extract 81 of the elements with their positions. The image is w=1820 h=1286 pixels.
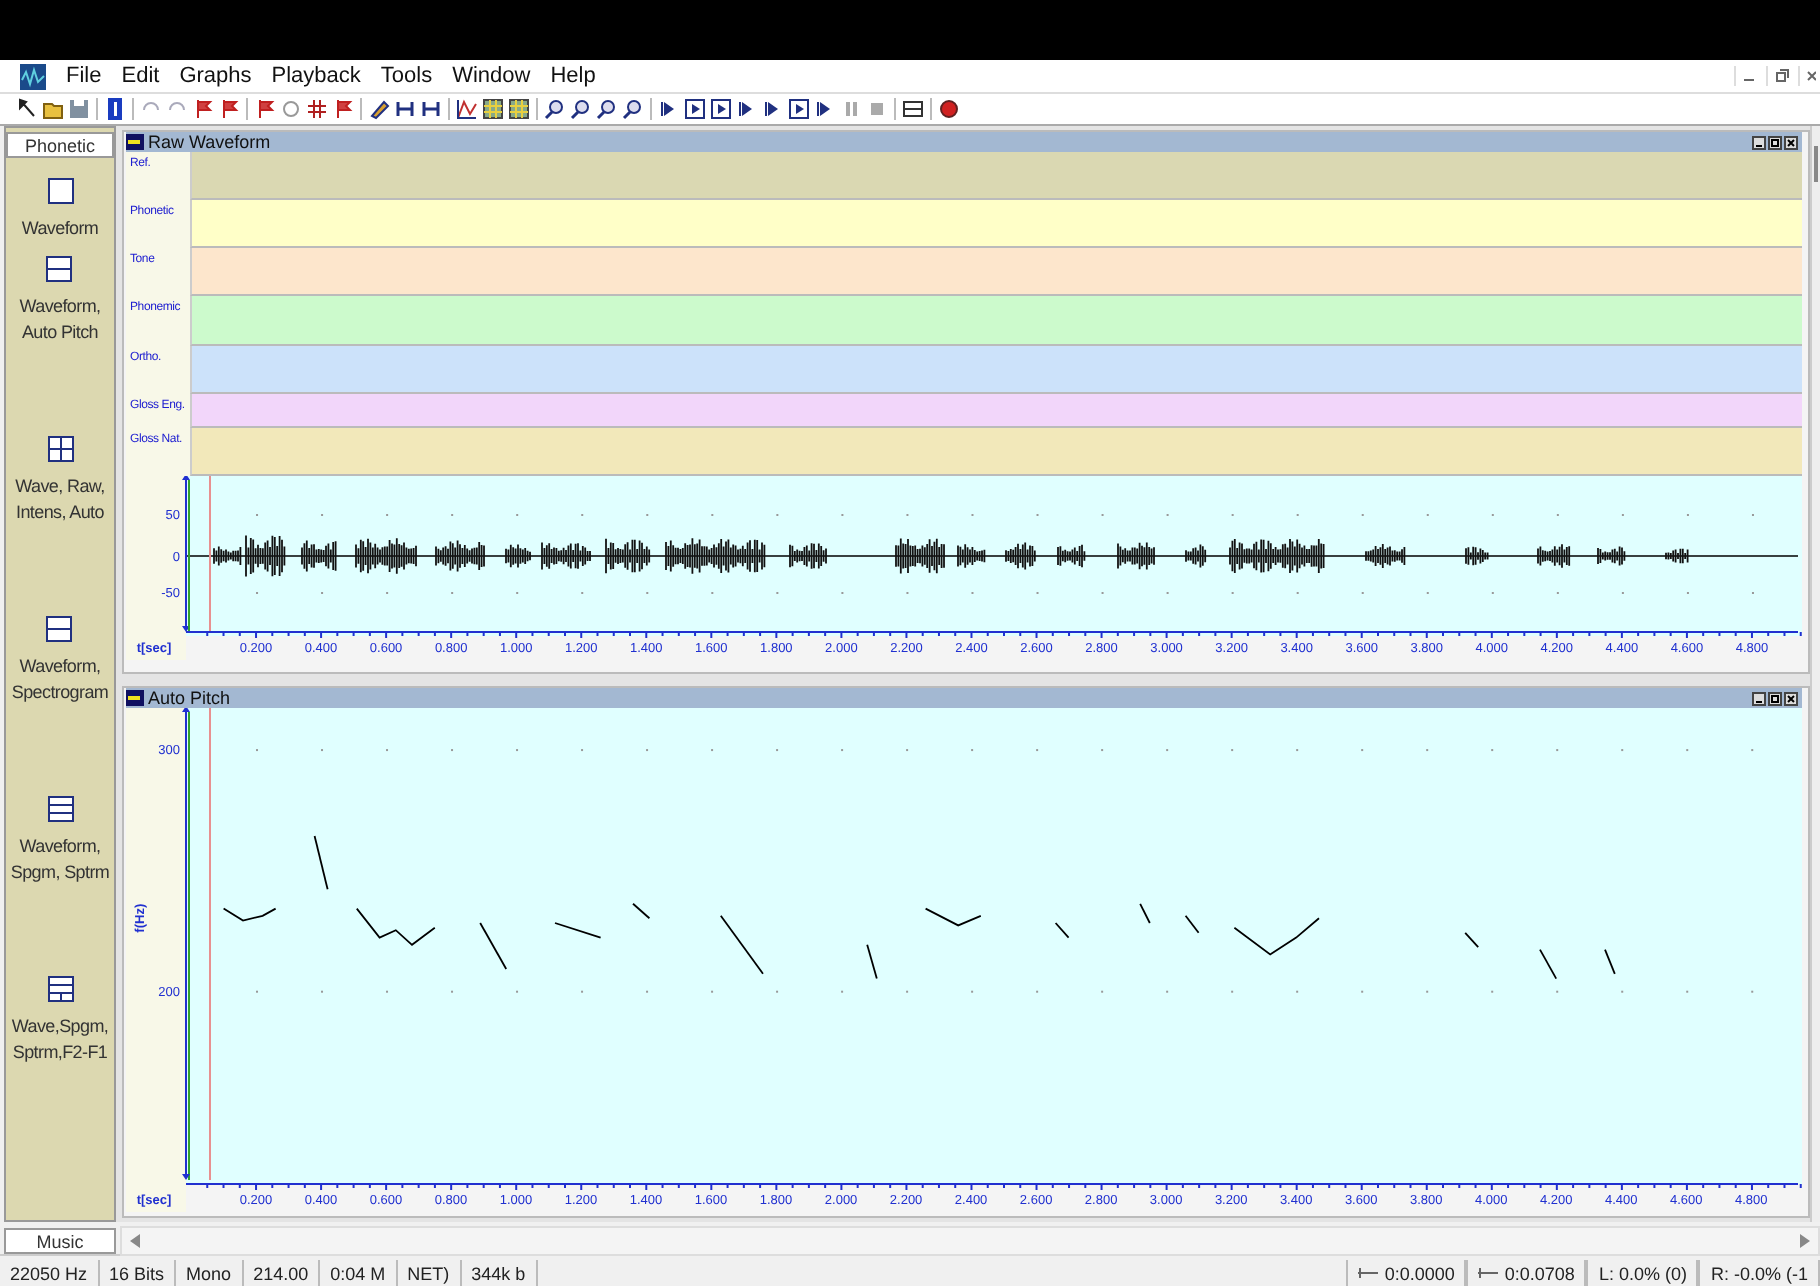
status-field: 0:04 M	[320, 1259, 398, 1286]
panel-title: Raw Waveform	[148, 132, 271, 152]
pitch-line	[924, 907, 982, 927]
window-icon[interactable]	[902, 98, 924, 120]
grid-icon[interactable]	[482, 98, 504, 120]
status-field: 22050 Hz	[0, 1259, 100, 1286]
minimize-icon[interactable]	[1752, 691, 1766, 705]
pitch-line	[1233, 917, 1320, 956]
layout-label[interactable]: Waveform, Spgm, Sptrm	[10, 834, 110, 886]
status-field: 214.00	[243, 1259, 321, 1286]
layout-label[interactable]: Waveform	[21, 216, 99, 242]
pitch-line	[554, 922, 602, 939]
zoom-icon[interactable]	[544, 98, 566, 120]
bracket-icon[interactable]	[420, 98, 442, 120]
panel-title: Auto Pitch	[148, 688, 231, 708]
menu-item[interactable]: Tools	[372, 64, 441, 88]
status-field: 16 Bits	[99, 1259, 177, 1286]
layout-label[interactable]: Waveform, Spectrogram	[11, 654, 109, 706]
close-icon[interactable]	[1784, 135, 1798, 149]
status-field: 0:0.0000	[1384, 1259, 1455, 1286]
restore-icon[interactable]	[1766, 66, 1790, 86]
status-field: NET)	[397, 1259, 462, 1286]
zoom-icon[interactable]	[622, 98, 644, 120]
play-box-icon[interactable]	[788, 98, 810, 120]
save-icon[interactable]	[68, 98, 90, 120]
status-field: 0:0.0708	[1504, 1259, 1575, 1286]
minimize-icon[interactable]	[1752, 135, 1766, 149]
menu-item[interactable]: Edit	[113, 64, 168, 88]
zoom-icon[interactable]	[570, 98, 592, 120]
pitch-line	[632, 902, 651, 920]
record-icon[interactable]	[938, 98, 960, 120]
hash-icon[interactable]	[306, 98, 328, 120]
pitch-line	[222, 907, 277, 922]
layout-label[interactable]: Waveform, Auto Pitch	[19, 294, 101, 346]
pencil-icon[interactable]	[368, 98, 390, 120]
close-icon[interactable]	[1784, 691, 1798, 705]
play-box-icon[interactable]	[684, 98, 706, 120]
sidebar-tab[interactable]: Music	[4, 1227, 116, 1253]
menu-item[interactable]: Graphs	[171, 64, 260, 88]
pitch-line	[866, 943, 878, 980]
menu-item[interactable]: File	[58, 64, 110, 88]
graph-icon[interactable]	[456, 98, 478, 120]
window-icon	[126, 134, 144, 150]
status-field: L: 0.0% (0)	[1598, 1259, 1687, 1286]
app-icon	[20, 63, 46, 89]
scroll-right-icon[interactable]	[1800, 1233, 1810, 1247]
horizontal-scrollbar[interactable]	[120, 1225, 1820, 1255]
layout-label[interactable]: Wave, Raw, Intens, Auto	[15, 474, 105, 526]
status-field: R: -0.0% (-1	[1710, 1259, 1808, 1286]
pitch-line	[1054, 922, 1070, 939]
folder-icon[interactable]	[42, 98, 64, 120]
menu-item[interactable]: Playback	[263, 64, 369, 88]
pitch-line	[1539, 948, 1558, 980]
grid-icon[interactable]	[508, 98, 530, 120]
pitch-line	[719, 914, 764, 975]
bracket-icon[interactable]	[394, 98, 416, 120]
zoom-icon[interactable]	[596, 98, 618, 120]
pitch-line	[1139, 902, 1151, 924]
window-icon	[126, 690, 144, 706]
pitch-line	[1464, 931, 1480, 949]
pitch-line	[355, 907, 436, 946]
pitch-line	[313, 835, 329, 891]
marker-icon[interactable]	[332, 98, 354, 120]
menu-item[interactable]: Help	[542, 64, 604, 88]
marker-icon[interactable]	[218, 98, 240, 120]
scroll-left-icon[interactable]	[130, 1233, 140, 1247]
sidebar-tab[interactable]: Phonetic	[6, 132, 114, 158]
pitch-line	[1604, 948, 1616, 975]
status-field: Mono	[176, 1259, 244, 1286]
maximize-icon[interactable]	[1768, 135, 1782, 149]
layout-label[interactable]: Wave,Spgm, Sptrm,F2-F1	[11, 1014, 109, 1066]
maximize-icon[interactable]	[1768, 691, 1782, 705]
marker-icon[interactable]	[254, 98, 276, 120]
play-box-icon[interactable]	[710, 98, 732, 120]
marker-icon[interactable]	[192, 98, 214, 120]
status-field: 344k b	[461, 1259, 538, 1286]
pitch-line	[479, 922, 508, 970]
pitch-line	[1184, 914, 1200, 934]
pointer-icon[interactable]	[16, 98, 38, 120]
menu-item[interactable]: Window	[444, 64, 539, 88]
vertical-scrollbar[interactable]	[1810, 126, 1820, 1222]
